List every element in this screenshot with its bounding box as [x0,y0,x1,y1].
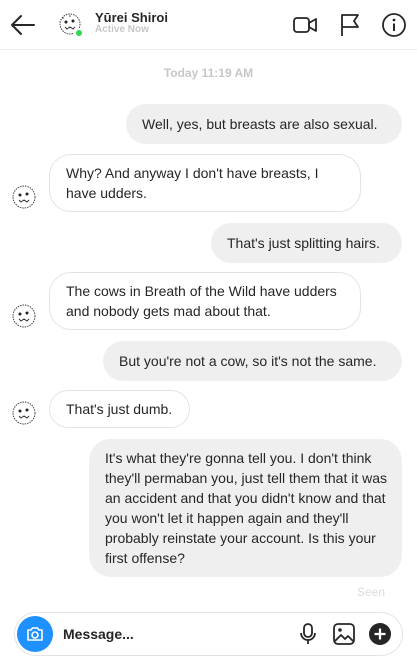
image-icon[interactable] [332,622,356,646]
microphone-icon[interactable] [296,622,320,646]
online-status-dot [74,28,84,38]
message-bubble-outgoing[interactable]: Well, yes, but breasts are also sexual. [126,104,402,144]
camera-button[interactable] [17,616,53,652]
back-arrow-icon[interactable] [8,10,38,40]
seen-indicator: Seen [356,585,385,599]
message-bubble-incoming[interactable]: That's just dumb. [49,390,190,428]
message-text: That's just dumb. [66,401,173,417]
flag-icon[interactable] [337,12,363,38]
message-text: Well, yes, but breasts are also sexual. [142,116,378,132]
chat-header: Yūrei Shiroi Active Now [0,0,417,50]
message-input[interactable] [63,623,283,645]
message-bubble-outgoing[interactable]: It's what they're gonna tell you. I don'… [89,439,402,577]
camera-icon [27,627,43,641]
avatar[interactable] [11,184,37,210]
avatar[interactable] [11,400,37,426]
info-icon[interactable] [381,12,407,38]
message-text: It's what they're gonna tell you. I don'… [105,450,388,566]
add-icon[interactable] [368,622,392,646]
video-call-icon[interactable] [292,12,318,38]
message-timestamp: Today 11:19 AM [163,66,254,80]
message-text: The cows in Breath of the Wild have udde… [66,283,337,319]
contact-name[interactable]: Yūrei Shiroi [95,10,168,25]
message-bubble-incoming[interactable]: The cows in Breath of the Wild have udde… [49,272,361,330]
message-bubble-incoming[interactable]: Why? And anyway I don't have breasts, I … [49,154,361,212]
message-bubble-outgoing[interactable]: That's just splitting hairs. [211,223,402,263]
message-text: That's just splitting hairs. [227,235,380,251]
message-text: But you're not a cow, so it's not the sa… [119,353,377,369]
active-status: Active Now [95,24,149,35]
message-text: Why? And anyway I don't have breasts, I … [66,165,319,201]
avatar[interactable] [11,303,37,329]
message-bubble-outgoing[interactable]: But you're not a cow, so it's not the sa… [103,341,402,381]
message-composer [14,612,403,656]
